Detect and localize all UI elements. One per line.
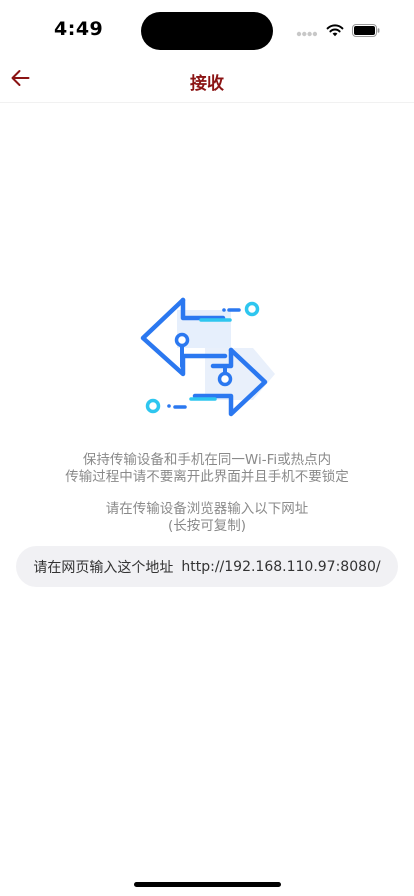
signal-dots-icon <box>296 22 318 41</box>
hint-line-keep-screen: 传输过程中请不要离开此界面并且手机不要锁定 <box>65 469 349 485</box>
url-copy-box[interactable]: 请在网页输入这个地址 http://192.168.110.97:8080/ <box>16 546 398 587</box>
navigation-bar: 接收 <box>0 60 414 103</box>
wifi-icon <box>326 22 344 41</box>
server-url[interactable]: http://192.168.110.97:8080/ <box>181 559 380 575</box>
battery-icon <box>352 22 380 41</box>
transfer-arrows-icon <box>135 288 279 424</box>
hint-line-long-press-copy: (长按可复制) <box>167 518 247 534</box>
dynamic-island <box>141 12 273 50</box>
status-bar: 4:49 <box>0 0 414 60</box>
status-icons <box>296 22 380 41</box>
browser-hint: 请在传输设备浏览器输入以下网址 (长按可复制) <box>0 501 414 535</box>
home-indicator <box>134 882 281 887</box>
network-hint: 保持传输设备和手机在同一Wi-Fi或热点内 传输过程中请不要离开此界面并且手机不… <box>0 452 414 486</box>
hint-line-enter-url: 请在传输设备浏览器输入以下网址 <box>105 501 309 517</box>
url-label: 请在网页输入这个地址 <box>33 559 174 576</box>
status-time: 4:49 <box>54 18 104 40</box>
page-title: 接收 <box>190 74 224 94</box>
hint-line-same-network: 保持传输设备和手机在同一Wi-Fi或热点内 <box>82 452 332 468</box>
